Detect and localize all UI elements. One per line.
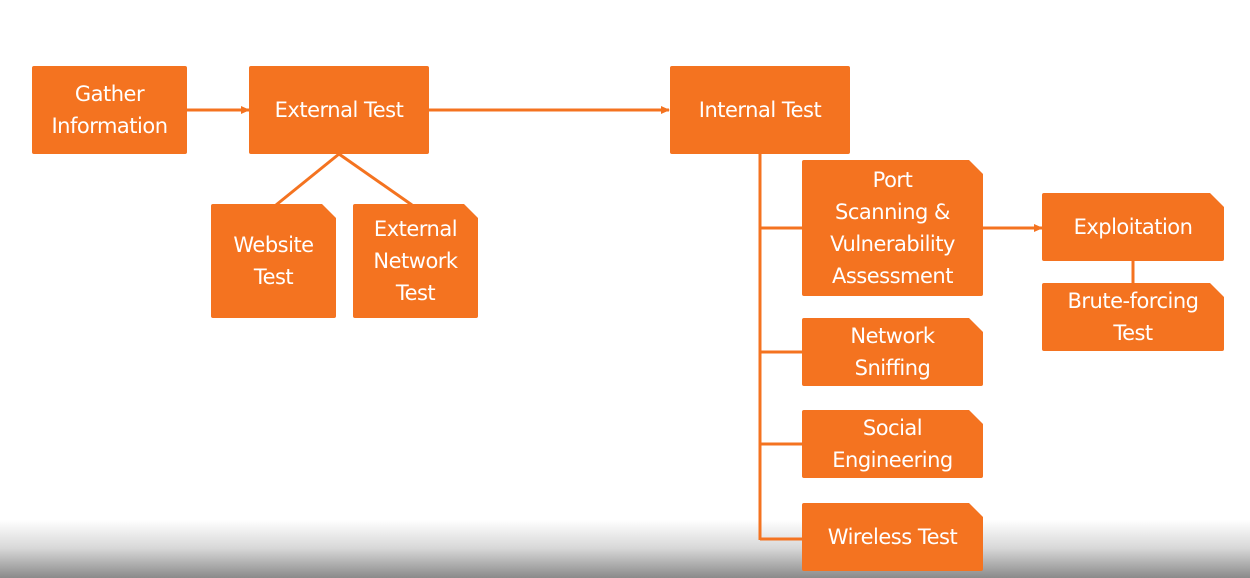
node-label: Port Scanning & Vulnerability Assessment bbox=[830, 168, 955, 288]
node-label: External Network Test bbox=[373, 217, 458, 305]
node-social-engineering: Social Engineering bbox=[802, 410, 983, 478]
node-label: Exploitation bbox=[1073, 215, 1193, 239]
node-label: Internal Test bbox=[698, 98, 822, 122]
node-wireless-test: Wireless Test bbox=[802, 503, 983, 571]
node-website-test: Website Test bbox=[211, 204, 336, 318]
node-label: Wireless Test bbox=[827, 525, 958, 549]
node-label: Social Engineering bbox=[832, 416, 953, 472]
node-gather-information: Gather Information bbox=[32, 66, 187, 154]
node-label: Brute-forcing Test bbox=[1067, 289, 1199, 345]
node-brute-forcing-test: Brute-forcing Test bbox=[1042, 283, 1224, 351]
node-internal-test: Internal Test bbox=[670, 66, 850, 154]
node-label: Gather Information bbox=[51, 82, 168, 138]
node-port-scanning: Port Scanning & Vulnerability Assessment bbox=[802, 160, 983, 296]
node-label: Network Sniffing bbox=[850, 324, 935, 380]
line-external-to-website bbox=[275, 152, 340, 207]
node-external-network-test: External Network Test bbox=[353, 204, 478, 318]
line-external-to-external-network bbox=[338, 152, 413, 207]
node-network-sniffing: Network Sniffing bbox=[802, 318, 983, 386]
node-label: External Test bbox=[274, 98, 404, 122]
node-label: Website Test bbox=[233, 233, 314, 289]
node-exploitation: Exploitation bbox=[1042, 193, 1224, 261]
node-external-test: External Test bbox=[249, 66, 429, 154]
